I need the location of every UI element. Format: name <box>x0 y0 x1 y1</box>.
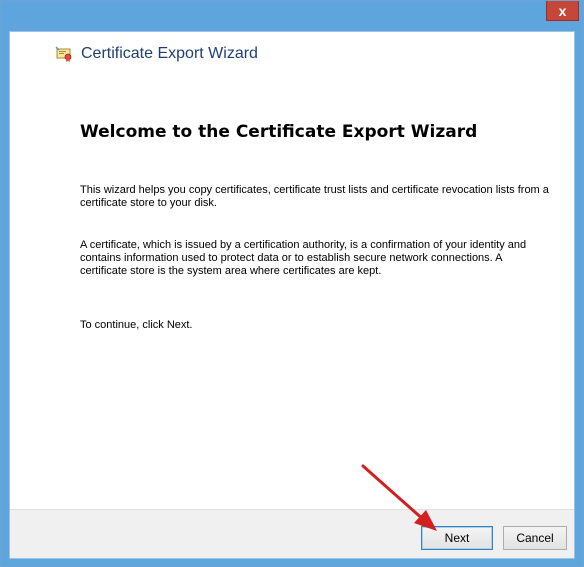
wizard-header: Certificate Export Wizard <box>10 32 574 82</box>
continue-instruction: To continue, click Next. <box>80 319 193 331</box>
dialog-window: x Certificate Export Wizard Welcome to t… <box>0 0 584 567</box>
button-bar: Next Cancel <box>10 509 574 558</box>
close-button[interactable]: x <box>546 1 579 21</box>
wizard-content: Certificate Export Wizard Welcome to the… <box>9 31 575 559</box>
cancel-button[interactable]: Cancel <box>503 526 567 550</box>
intro-paragraph: This wizard helps you copy certificates,… <box>80 184 549 209</box>
close-icon: x <box>558 2 567 19</box>
welcome-heading: Welcome to the Certificate Export Wizard <box>80 122 478 142</box>
certificate-icon <box>55 46 73 62</box>
next-button[interactable]: Next <box>421 526 493 550</box>
wizard-title: Certificate Export Wizard <box>81 45 258 62</box>
wizard-title-row: Certificate Export Wizard <box>55 45 258 63</box>
certificate-description-paragraph: A certificate, which is issued by a cert… <box>80 239 527 277</box>
